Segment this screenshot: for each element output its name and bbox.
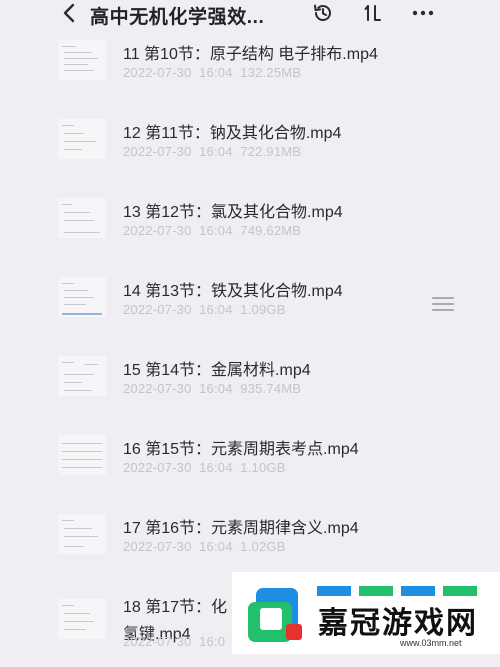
file-row[interactable]: 13 第12节：氯及其化合物.mp4 2022-07-30 16:04 749.… <box>0 194 500 272</box>
video-thumbnail <box>58 435 106 475</box>
file-meta: 2022-07-30 16:04 1.10GB <box>123 460 286 475</box>
file-time: 16:04 <box>199 223 233 238</box>
file-date: 2022-07-30 <box>123 302 192 317</box>
top-bar: 高中无机化学强效... <box>0 0 500 30</box>
page-title: 高中无机化学强效... <box>90 7 265 28</box>
file-name: 14 第13节：铁及其化合物.mp4 <box>123 283 343 300</box>
file-date: 2022-07-30 <box>123 460 192 475</box>
file-name: 15 第14节：金属材料.mp4 <box>123 362 311 379</box>
file-name: 13 第12节：氯及其化合物.mp4 <box>123 204 343 221</box>
more-button[interactable] <box>410 1 436 25</box>
file-size: 132.25MB <box>240 65 302 80</box>
chevron-left-icon <box>63 3 75 23</box>
file-time: 16:04 <box>199 65 233 80</box>
history-icon <box>314 4 331 21</box>
file-name-line1: 18 第17节：化 <box>123 599 228 616</box>
file-row[interactable]: 14 第13节：铁及其化合物.mp4 2022-07-30 16:04 1.09… <box>0 273 500 351</box>
watermark-logo <box>248 588 302 642</box>
file-time: 16:04 <box>199 460 233 475</box>
file-meta: 2022-07-30 16:04 722.91MB <box>123 144 301 159</box>
video-thumbnail <box>58 198 106 238</box>
file-date: 2022-07-30 <box>123 634 192 649</box>
watermark-overlay: 嘉冠游戏网 www.03mm.net <box>232 572 500 654</box>
file-date: 2022-07-30 <box>123 65 192 80</box>
file-name: 12 第11节：钠及其化合物.mp4 <box>123 125 342 142</box>
file-date: 2022-07-30 <box>123 381 192 396</box>
file-name: 17 第16节：元素周期律含义.mp4 <box>123 520 359 537</box>
back-button[interactable] <box>56 1 82 25</box>
video-thumbnail <box>58 356 106 396</box>
file-date: 2022-07-30 <box>123 144 192 159</box>
video-thumbnail <box>58 599 106 639</box>
file-size: 1.02GB <box>240 539 286 554</box>
file-time: 16:04 <box>199 539 233 554</box>
video-thumbnail <box>58 119 106 159</box>
sort-button[interactable] <box>361 1 385 25</box>
sort-icon <box>364 5 381 21</box>
file-date: 2022-07-30 <box>123 223 192 238</box>
file-time: 16:04 <box>199 302 233 317</box>
file-time: 16:0 <box>199 634 226 649</box>
file-date: 2022-07-30 <box>123 539 192 554</box>
file-meta: 2022-07-30 16:04 749.62MB <box>123 223 301 238</box>
file-meta: 2022-07-30 16:04 935.74MB <box>123 381 301 396</box>
file-time: 16:04 <box>199 381 233 396</box>
file-meta: 2022-07-30 16:04 1.09GB <box>123 302 286 317</box>
file-row[interactable]: 12 第11节：钠及其化合物.mp4 2022-07-30 16:04 722.… <box>0 115 500 193</box>
video-thumbnail <box>58 514 106 554</box>
watermark-top-strip <box>317 578 497 596</box>
file-name: 11 第10节：原子结构 电子排布.mp4 <box>123 46 378 63</box>
file-size: 935.74MB <box>240 381 302 396</box>
video-thumbnail <box>58 40 106 80</box>
drag-handle-icon[interactable] <box>432 296 454 312</box>
watermark-text: 嘉冠游戏网 <box>318 607 478 640</box>
history-button[interactable] <box>310 1 336 25</box>
file-size: 1.09GB <box>240 302 286 317</box>
file-row[interactable]: 11 第10节：原子结构 电子排布.mp4 2022-07-30 16:04 1… <box>0 36 500 114</box>
watermark-url: www.03mm.net <box>400 638 462 648</box>
more-horizontal-icon <box>412 10 434 16</box>
file-time: 16:04 <box>199 144 233 159</box>
file-meta: 2022-07-30 16:04 132.25MB <box>123 65 301 80</box>
file-row[interactable]: 16 第15节：元素周期表考点.mp4 2022-07-30 16:04 1.1… <box>0 431 500 509</box>
file-meta: 2022-07-30 16:0 <box>123 634 225 649</box>
file-meta: 2022-07-30 16:04 1.02GB <box>123 539 286 554</box>
video-thumbnail <box>58 277 106 317</box>
file-size: 1.10GB <box>240 460 286 475</box>
file-size: 722.91MB <box>240 144 302 159</box>
file-size: 749.62MB <box>240 223 302 238</box>
file-row[interactable]: 15 第14节：金属材料.mp4 2022-07-30 16:04 935.74… <box>0 352 500 430</box>
file-name: 16 第15节：元素周期表考点.mp4 <box>123 441 359 458</box>
